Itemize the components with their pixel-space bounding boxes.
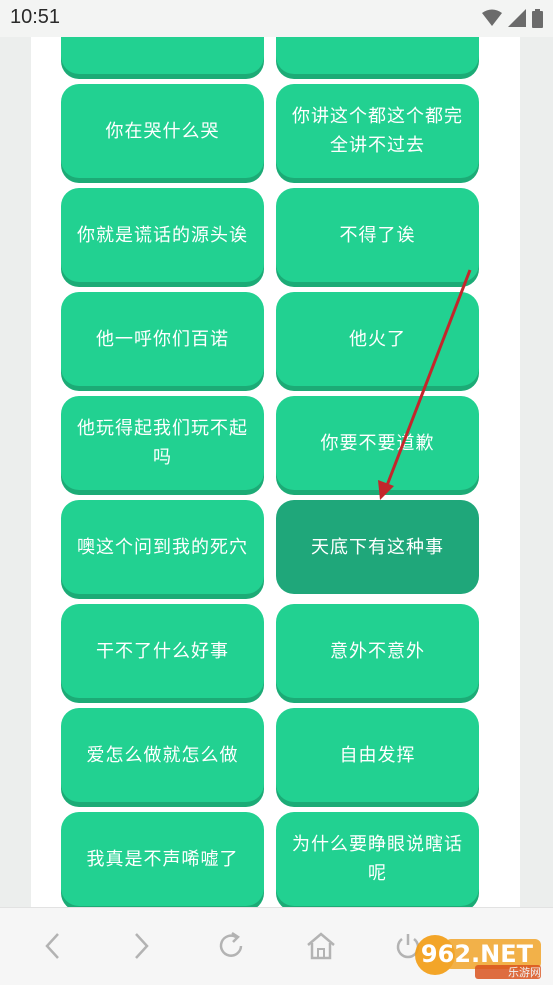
phrase-button[interactable]: 他玩得起我们玩不起吗 xyxy=(61,396,264,490)
forward-icon[interactable] xyxy=(121,928,161,964)
phrase-grid: 你在哭什么哭 你讲这个都这个都完全讲不过去 你就是谎话的源头诶 不得了诶 他一呼… xyxy=(61,37,481,907)
phrase-button[interactable]: 你讲这个都这个都完全讲不过去 xyxy=(276,84,479,178)
phrase-button[interactable]: 不得了诶 xyxy=(276,188,479,282)
phrase-button[interactable]: 你就是谎话的源头诶 xyxy=(61,188,264,282)
status-bar: 10:51 xyxy=(0,0,553,37)
phrase-button[interactable]: 意外不意外 xyxy=(276,604,479,698)
phrase-button[interactable] xyxy=(276,37,479,74)
phrase-button[interactable]: 噢这个问到我的死穴 xyxy=(61,500,264,594)
phrase-button[interactable]: 爱怎么做就怎么做 xyxy=(61,708,264,802)
back-icon[interactable] xyxy=(33,928,73,964)
phrase-button[interactable]: 为什么要睁眼说瞎话呢 xyxy=(276,812,479,906)
phrase-button[interactable]: 他一呼你们百诺 xyxy=(61,292,264,386)
refresh-icon[interactable] xyxy=(211,928,251,964)
phrase-button[interactable]: 我真是不声唏嘘了 xyxy=(61,812,264,906)
status-icons xyxy=(482,8,543,28)
signal-icon xyxy=(508,9,526,27)
watermark-subtitle: 乐游网 xyxy=(508,966,541,979)
phrase-button[interactable]: 你要不要道歉 xyxy=(276,396,479,490)
phrase-button[interactable] xyxy=(61,37,264,74)
battery-icon xyxy=(532,8,543,28)
phrase-button[interactable]: 自由发挥 xyxy=(276,708,479,802)
phrase-button[interactable]: 他火了 xyxy=(276,292,479,386)
phrase-button-active[interactable]: 天底下有这种事 xyxy=(276,500,479,594)
phrase-button[interactable]: 干不了什么好事 xyxy=(61,604,264,698)
wifi-icon xyxy=(482,9,502,26)
status-time: 10:51 xyxy=(10,6,61,28)
phrase-button[interactable]: 你在哭什么哭 xyxy=(61,84,264,178)
home-icon[interactable] xyxy=(301,928,341,964)
phrase-list-panel: 你在哭什么哭 你讲这个都这个都完全讲不过去 你就是谎话的源头诶 不得了诶 他一呼… xyxy=(31,37,520,907)
